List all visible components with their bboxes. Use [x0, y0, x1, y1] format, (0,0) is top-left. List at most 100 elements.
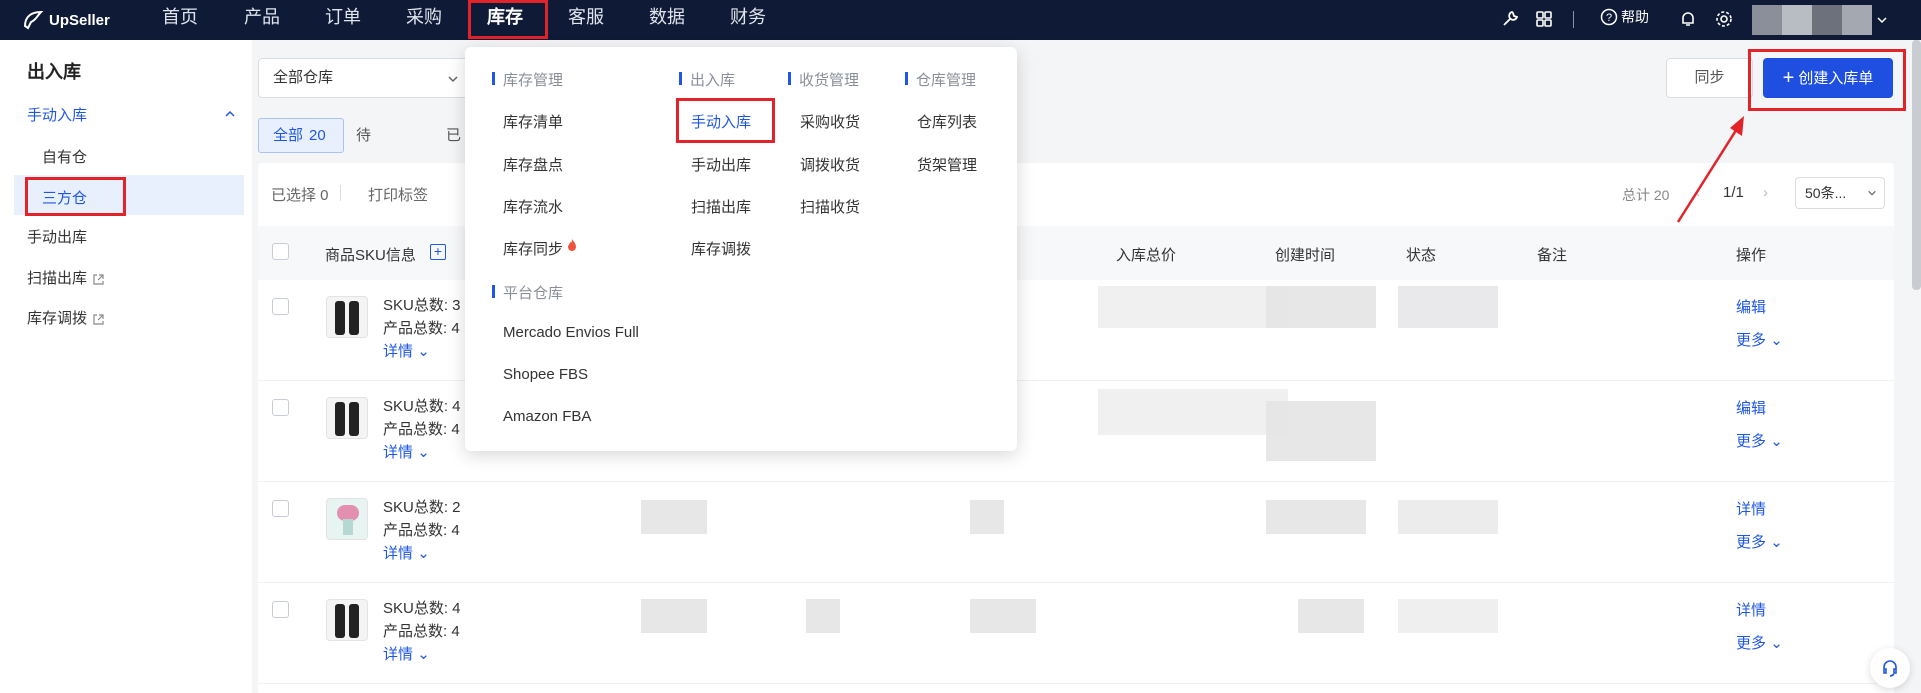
user-account-blurred[interactable] [1752, 5, 1872, 35]
blurred-time [1298, 599, 1364, 633]
edit-link[interactable]: 编辑 [1736, 296, 1766, 317]
menu-item-inventory-flow[interactable]: 库存流水 [503, 196, 563, 217]
sidebar-title: 出入库 [27, 62, 81, 82]
menu-item-inventory-transfer[interactable]: 库存调拨 [691, 238, 751, 259]
nav-customer-service[interactable]: 客服 [568, 0, 604, 40]
sku-total: SKU总数: 3 [383, 297, 461, 314]
detail-link[interactable]: 详情 [1736, 599, 1766, 620]
blurred-cell [970, 599, 1036, 633]
menu-item-amazon-fba[interactable]: Amazon FBA [503, 408, 591, 425]
tab-received[interactable]: 已入 [446, 118, 461, 179]
blurred-status [1398, 500, 1498, 534]
menu-item-mercado-envios-full[interactable]: Mercado Envios Full [503, 324, 639, 341]
menu-item-shelf-management[interactable]: 货架管理 [917, 154, 977, 175]
product-thumbnail[interactable] [326, 599, 368, 641]
menu-group-platform-warehouse: 平台仓库 [492, 282, 563, 303]
detail-link[interactable]: 详情 [1736, 498, 1766, 519]
selected-count: 已选择 0 [271, 187, 329, 204]
more-actions-link[interactable]: 更多 ⌄ [1736, 632, 1783, 653]
page-scrollbar[interactable] [1912, 40, 1921, 290]
header-total-price: 入库总价 [1116, 247, 1177, 264]
menu-item-scan-outbound[interactable]: 扫描出库 [691, 196, 751, 217]
sku-info: SKU总数: 2 产品总数: 4 详情 ⌄ [383, 496, 461, 565]
more-actions-link[interactable]: 更多 ⌄ [1736, 329, 1783, 350]
help-link[interactable]: ? 帮助 [1600, 7, 1649, 27]
details-label: 详情 [383, 646, 414, 663]
sku-info: SKU总数: 4 产品总数: 4 详情 ⌄ [383, 597, 461, 666]
menu-item-scan-receiving[interactable]: 扫描收货 [800, 196, 860, 217]
menu-item-transfer-receiving[interactable]: 调拨收货 [800, 154, 860, 175]
menu-item-purchase-receiving[interactable]: 采购收货 [800, 111, 860, 132]
blurred-cell [641, 599, 707, 633]
brand-logo[interactable]: UpSeller [22, 8, 110, 32]
details-toggle[interactable]: 详情 ⌄ [383, 643, 461, 666]
tab-pending[interactable]: 待入库8 [356, 118, 372, 249]
more-label: 更多 [1736, 635, 1767, 652]
wrench-icon[interactable] [1500, 9, 1520, 29]
menu-item-shopee-fbs[interactable]: Shopee FBS [503, 366, 588, 383]
row-checkbox[interactable] [272, 500, 289, 517]
sku-total: SKU总数: 2 [383, 499, 461, 516]
support-chat-button[interactable] [1870, 648, 1910, 688]
row-checkbox[interactable] [272, 298, 289, 315]
sidebar-item-scan-outbound[interactable]: 扫描出库 [27, 267, 105, 288]
warehouse-filter-select[interactable]: 全部仓库 [258, 58, 470, 98]
nav-products[interactable]: 产品 [244, 0, 280, 40]
product-thumbnail[interactable] [326, 296, 368, 338]
menu-item-inventory-sync[interactable]: 库存同步 [503, 238, 577, 259]
edit-link[interactable]: 编辑 [1736, 397, 1766, 418]
chevron-up-icon[interactable] [224, 108, 236, 120]
sidebar-item-inventory-transfer[interactable]: 库存调拨 [27, 307, 105, 328]
details-label: 详情 [383, 545, 414, 562]
menu-item-warehouse-list[interactable]: 仓库列表 [917, 111, 977, 132]
manual-inbound-highlight [676, 98, 775, 143]
print-labels-button[interactable]: 打印标签 [368, 184, 428, 205]
details-label: 详情 [383, 444, 414, 461]
question-circle-icon: ? [1600, 8, 1618, 26]
sidebar-item-own-warehouse[interactable]: 自有仓 [42, 146, 87, 167]
product-total: 产品总数: 4 [383, 522, 460, 539]
sidebar-item-manual-inbound[interactable]: 手动入库 [27, 104, 87, 125]
menu-group-receiving: 收货管理 [788, 69, 859, 90]
more-actions-link[interactable]: 更多 ⌄ [1736, 531, 1783, 552]
product-thumbnail[interactable] [326, 397, 368, 439]
bell-icon[interactable] [1678, 9, 1698, 29]
menu-group-in-out: 出入库 [679, 69, 735, 90]
next-page-icon[interactable]: › [1763, 184, 1768, 201]
help-label: 帮助 [1621, 9, 1649, 25]
more-actions-link[interactable]: 更多 ⌄ [1736, 430, 1783, 451]
sku-info: SKU总数: 4 产品总数: 4 详情 ⌄ [383, 395, 461, 464]
header-sku-info: 商品SKU信息 [325, 247, 416, 264]
nav-home[interactable]: 首页 [162, 0, 198, 40]
details-toggle[interactable]: 详情 ⌄ [383, 441, 461, 464]
select-all-checkbox[interactable] [272, 243, 289, 260]
row-checkbox[interactable] [272, 399, 289, 416]
headset-icon [1883, 660, 1897, 677]
menu-item-label: 库存同步 [503, 241, 564, 258]
sync-button[interactable]: 同步 [1666, 58, 1753, 98]
create-button-highlight [1748, 49, 1906, 111]
apps-grid-icon[interactable] [1534, 9, 1554, 29]
tab-all[interactable]: 全部 20 [258, 118, 344, 153]
warehouse-filter-value: 全部仓库 [273, 69, 334, 86]
chevron-down-icon[interactable] [1876, 14, 1888, 26]
nav-orders[interactable]: 订单 [325, 0, 361, 40]
sidebar-item-manual-outbound[interactable]: 手动出库 [27, 226, 87, 247]
nav-data[interactable]: 数据 [649, 0, 685, 40]
gear-icon[interactable] [1714, 9, 1734, 29]
details-toggle[interactable]: 详情 ⌄ [383, 542, 461, 565]
details-toggle[interactable]: 详情 ⌄ [383, 340, 461, 363]
blurred-time [1266, 500, 1366, 534]
row-checkbox[interactable] [272, 601, 289, 618]
menu-item-stocktake[interactable]: 库存盘点 [503, 154, 563, 175]
menu-item-manual-outbound[interactable]: 手动出库 [691, 154, 751, 175]
menu-item-inventory-list[interactable]: 库存清单 [503, 111, 563, 132]
expand-plus-icon[interactable]: + [430, 244, 446, 260]
page-size-select[interactable]: 50条... [1795, 177, 1885, 209]
more-label: 更多 [1736, 534, 1767, 551]
blurred-status [1398, 286, 1498, 328]
nav-finance[interactable]: 财务 [730, 0, 766, 40]
chevron-down-icon: ⌄ [1770, 433, 1783, 450]
product-thumbnail[interactable] [326, 498, 368, 540]
nav-purchase[interactable]: 采购 [406, 0, 442, 40]
